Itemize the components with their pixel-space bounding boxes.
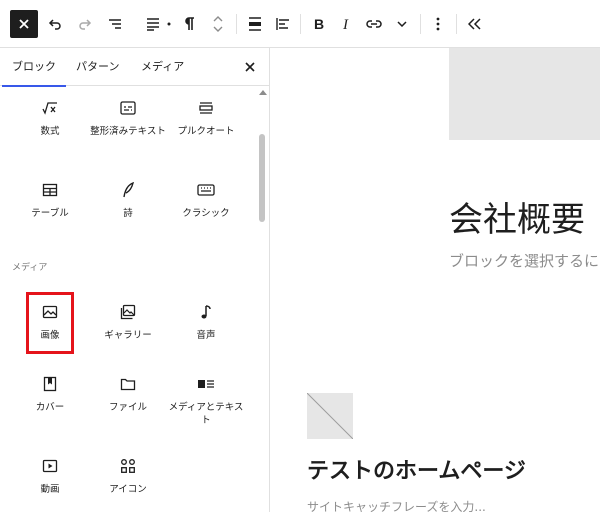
close-icon xyxy=(245,62,255,72)
chevron-down-icon xyxy=(397,21,407,27)
block-item-file[interactable]: ファイル xyxy=(88,372,168,414)
audio-icon xyxy=(194,300,218,324)
block-item-pullquote[interactable]: プルクオート xyxy=(166,96,246,138)
block-label: 音声 xyxy=(196,330,216,341)
justify-button[interactable] xyxy=(272,0,294,48)
block-inserter-panel: ブロック パターン メディア 数式 整形済みテキスト プルクオート テーブル 詩… xyxy=(0,48,270,512)
list-view-button[interactable] xyxy=(104,0,126,48)
site-tagline[interactable]: サイトキャッチフレーズを入力... xyxy=(307,498,486,512)
block-label: 動画 xyxy=(40,484,60,495)
inserter-tabs: ブロック パターン メディア xyxy=(0,48,269,87)
link-button[interactable] xyxy=(362,0,386,48)
collapse-toolbar-button[interactable] xyxy=(464,0,486,48)
icons-icon xyxy=(116,454,140,478)
toolbar-separator xyxy=(236,14,237,34)
svg-text:B: B xyxy=(314,17,324,31)
page-heading[interactable]: 会社概要 xyxy=(449,192,585,241)
undo-button[interactable] xyxy=(44,0,66,48)
file-icon xyxy=(116,372,140,396)
block-label: プルクオート xyxy=(177,126,235,137)
toolbar-separator xyxy=(420,14,421,34)
block-label: メディアとテキスト xyxy=(168,402,244,426)
tab-patterns[interactable]: パターン xyxy=(76,48,119,86)
editor-toolbar: B I xyxy=(0,0,600,48)
block-label: ファイル xyxy=(108,402,147,413)
block-label: 詩 xyxy=(123,208,133,219)
block-label: テーブル xyxy=(31,208,69,219)
highlight-box xyxy=(26,292,74,354)
preformatted-icon xyxy=(116,96,140,120)
block-item-cover[interactable]: カバー xyxy=(10,372,90,414)
verse-icon xyxy=(116,178,140,202)
toolbar-separator xyxy=(300,14,301,34)
redo-button[interactable] xyxy=(74,0,96,48)
tab-media[interactable]: メディア xyxy=(141,48,184,86)
close-icon xyxy=(19,19,29,29)
block-label: カバー xyxy=(35,402,65,413)
editor-canvas[interactable]: 会社概要 ブロックを選択するに テストのホームページ サイトキャッチフレーズを入… xyxy=(271,48,600,512)
paragraph-placeholder[interactable]: ブロックを選択するに xyxy=(449,250,599,271)
bold-button[interactable]: B xyxy=(308,0,330,48)
block-align-button[interactable] xyxy=(244,0,266,48)
media-text-icon xyxy=(194,372,218,396)
close-panel-button[interactable] xyxy=(240,57,260,77)
block-align-icon xyxy=(249,17,261,31)
block-item-table[interactable]: テーブル xyxy=(10,178,90,220)
math-icon xyxy=(38,96,62,120)
scroll-up-arrow-icon[interactable] xyxy=(259,90,267,95)
italic-button[interactable]: I xyxy=(336,0,358,48)
scrollbar-thumb[interactable] xyxy=(259,134,265,222)
redo-icon xyxy=(79,19,92,30)
site-logo-placeholder[interactable] xyxy=(307,393,353,439)
block-item-media-text[interactable]: メディアとテキスト xyxy=(166,372,246,427)
more-options-icon xyxy=(436,17,440,31)
pilcrow-icon xyxy=(185,17,194,30)
block-item-icons[interactable]: アイコン xyxy=(88,454,168,496)
pullquote-icon xyxy=(194,96,218,120)
block-item-video[interactable]: 動画 xyxy=(10,454,90,496)
undo-icon xyxy=(48,19,61,30)
block-label: 数式 xyxy=(40,126,60,137)
cover-icon xyxy=(38,372,62,396)
block-item-classic[interactable]: クラシック xyxy=(166,178,246,220)
gallery-icon xyxy=(116,300,140,324)
block-label: アイコン xyxy=(109,484,147,495)
list-view-icon xyxy=(109,19,121,29)
italic-icon: I xyxy=(342,17,349,31)
move-updown-button[interactable] xyxy=(207,0,229,48)
link-icon xyxy=(366,20,382,28)
toolbar-separator xyxy=(456,14,457,34)
block-item-verse[interactable]: 詩 xyxy=(88,178,168,220)
cover-image-placeholder[interactable] xyxy=(449,48,600,140)
block-item-gallery[interactable]: ギャラリー xyxy=(88,300,168,342)
table-icon xyxy=(38,178,62,202)
section-label-media: メディア xyxy=(12,263,48,273)
classic-icon xyxy=(194,178,218,202)
block-label: ギャラリー xyxy=(104,330,152,341)
options-button[interactable] xyxy=(428,0,448,48)
site-title[interactable]: テストのホームページ xyxy=(307,453,526,485)
svg-text:I: I xyxy=(342,17,349,31)
more-rich-text-button[interactable] xyxy=(392,0,412,48)
block-item-math[interactable]: 数式 xyxy=(10,96,90,138)
collapse-icon xyxy=(468,18,481,30)
align-button[interactable] xyxy=(142,0,164,48)
dot-icon xyxy=(165,0,173,48)
tab-blocks[interactable]: ブロック xyxy=(2,48,66,87)
close-inserter-button[interactable] xyxy=(10,10,38,38)
align-icon xyxy=(147,18,159,31)
block-item-audio[interactable]: 音声 xyxy=(166,300,246,342)
block-item-preformatted[interactable]: 整形済みテキスト xyxy=(88,96,168,138)
block-label: 整形済みテキスト xyxy=(90,126,166,137)
bold-icon: B xyxy=(314,17,324,31)
video-icon xyxy=(38,454,62,478)
move-updown-icon xyxy=(213,16,223,32)
justify-icon xyxy=(276,18,289,30)
block-label: クラシック xyxy=(182,208,230,219)
paragraph-block-button[interactable] xyxy=(178,0,200,48)
